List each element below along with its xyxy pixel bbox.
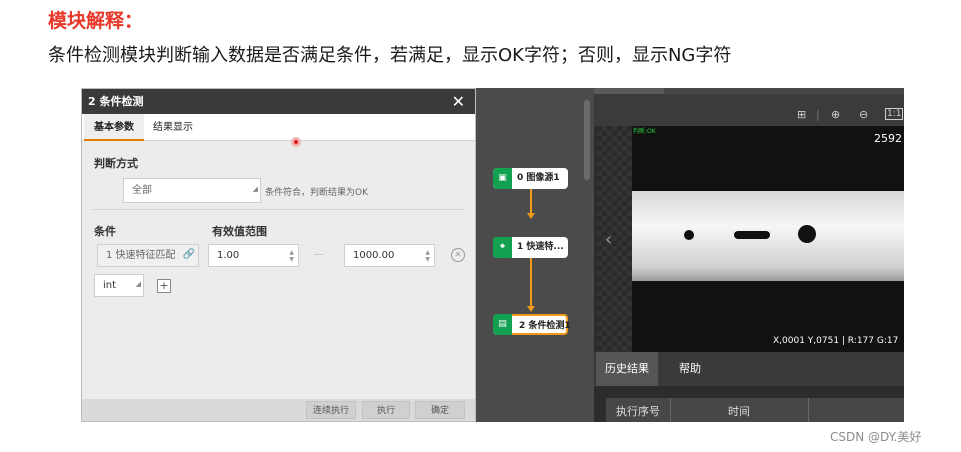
condition-input-value: 1 快速特征匹配	[106, 250, 176, 261]
link-icon[interactable]: 🔗	[180, 249, 198, 263]
flow-panel: ▣ 0 图像源1 ⌖ 1 快速特... ▤ 2 条件检测1	[476, 88, 594, 422]
condition-header: 条件	[94, 225, 116, 238]
flow-connector	[530, 258, 532, 306]
range-min-input[interactable]: 1.00 ▲ ▼	[208, 244, 299, 267]
image-canvas[interactable]: ‹ 判断:OK 2592 X,0001 Y,0751 | R:177 G:17	[597, 126, 904, 352]
resize-corner-icon: ◢	[252, 185, 258, 193]
viewer-toolbar: ⊞ | ⊕ ⊖ 1:1	[594, 88, 904, 126]
run-button[interactable]: 执行	[362, 401, 410, 419]
confirm-button[interactable]: 确定	[415, 401, 465, 419]
range-header: 有效值范围	[212, 225, 267, 238]
judge-mode-hint: 条件符合，判断结果为OK	[265, 188, 368, 198]
resize-corner-icon: ◢	[135, 280, 141, 288]
condition-check-dialog: 2 条件检测 ✕ 基本参数 结果显示 判断方式 全部 ◢ 条件符合，判断结果为O…	[81, 88, 476, 422]
continuous-run-button[interactable]: 连续执行	[306, 401, 356, 419]
type-value: int	[103, 280, 117, 291]
node-label: 0 图像源1	[517, 173, 560, 183]
metal-part-image	[632, 191, 904, 281]
type-select[interactable]: int ◢	[94, 274, 144, 297]
bottom-tabbar: 历史结果 帮助	[594, 352, 904, 386]
divider	[92, 209, 464, 210]
range-max-input[interactable]: 1000.00 ▲ ▼	[344, 244, 435, 267]
coordinate-readout: X,0001 Y,0751 | R:177 G:17	[773, 336, 899, 346]
remove-circle-icon[interactable]: ✕	[451, 248, 465, 262]
chevron-left-icon[interactable]: ‹	[605, 229, 612, 250]
arrow-down-icon	[527, 306, 535, 312]
watermark: CSDN @DY.美好	[830, 430, 922, 444]
dialog-tabbar: 基本参数 结果显示	[82, 114, 475, 141]
node-label: 1 快速特...	[517, 242, 564, 252]
module-description: 条件检测模块判断输入数据是否满足条件，若满足，显示OK字符；否则，显示NG字符	[48, 45, 732, 66]
node-label: 2 条件检测1	[519, 321, 571, 331]
spin-icon[interactable]: ▲ ▼	[425, 249, 430, 263]
cursor-marker	[291, 137, 301, 147]
status-text: 判断:OK	[633, 128, 656, 135]
divider: |	[816, 108, 820, 121]
zoom-out-icon[interactable]: ⊖	[859, 108, 868, 121]
arrow-down-icon	[527, 213, 535, 219]
part-hole	[684, 230, 694, 240]
image-icon: ▣	[493, 168, 512, 189]
judge-mode-select[interactable]: 全部 ◢	[123, 178, 261, 203]
tab-history-results[interactable]: 历史结果	[596, 352, 658, 386]
flow-scrollbar[interactable]	[584, 100, 590, 180]
flow-node-feature-match[interactable]: ⌖ 1 快速特...	[493, 237, 568, 258]
image-viewer-panel: ⊞ | ⊕ ⊖ 1:1 ‹ 判断:OK 2592 X,0001 Y,0751 |…	[594, 88, 904, 422]
flow-node-condition-check[interactable]: ▤ 2 条件检测1	[493, 314, 571, 335]
fit-icon[interactable]: ⊞	[797, 108, 806, 121]
viewer-tab-indicator	[594, 88, 664, 94]
divider	[670, 398, 671, 422]
page-heading: 模块解释：	[48, 10, 144, 32]
dialog-title: 2 条件检测	[82, 89, 475, 114]
dialog-footer: 连续执行 执行 确定	[82, 399, 475, 421]
one-to-one-icon[interactable]: 1:1	[885, 108, 904, 120]
close-icon[interactable]: ✕	[452, 89, 465, 114]
history-table-header: 执行序号 时间	[606, 398, 904, 422]
resolution-text: 2592	[874, 132, 902, 145]
tab-help[interactable]: 帮助	[670, 352, 710, 386]
plus-icon[interactable]: +	[157, 279, 171, 293]
spin-icon[interactable]: ▲ ▼	[289, 249, 294, 263]
flow-connector	[530, 189, 532, 213]
feature-match-icon: ⌖	[493, 237, 512, 258]
judge-mode-label: 判断方式	[94, 157, 138, 170]
range-min-value: 1.00	[217, 250, 240, 261]
range-dash: —	[314, 249, 324, 260]
tab-basic-params[interactable]: 基本参数	[84, 114, 144, 141]
divider	[808, 398, 809, 422]
range-max-value: 1000.00	[353, 250, 395, 261]
part-hole	[798, 225, 816, 243]
canvas-checker-strip	[597, 126, 632, 352]
judge-mode-value: 全部	[132, 185, 152, 196]
condition-icon: ▤	[493, 314, 512, 335]
zoom-in-icon[interactable]: ⊕	[831, 108, 840, 121]
tab-result-display[interactable]: 结果显示	[143, 114, 203, 141]
flow-node-image-source[interactable]: ▣ 0 图像源1	[493, 168, 568, 189]
column-header-exec-no: 执行序号	[616, 405, 660, 418]
part-slot	[734, 231, 770, 239]
column-header-time: 时间	[728, 405, 750, 418]
